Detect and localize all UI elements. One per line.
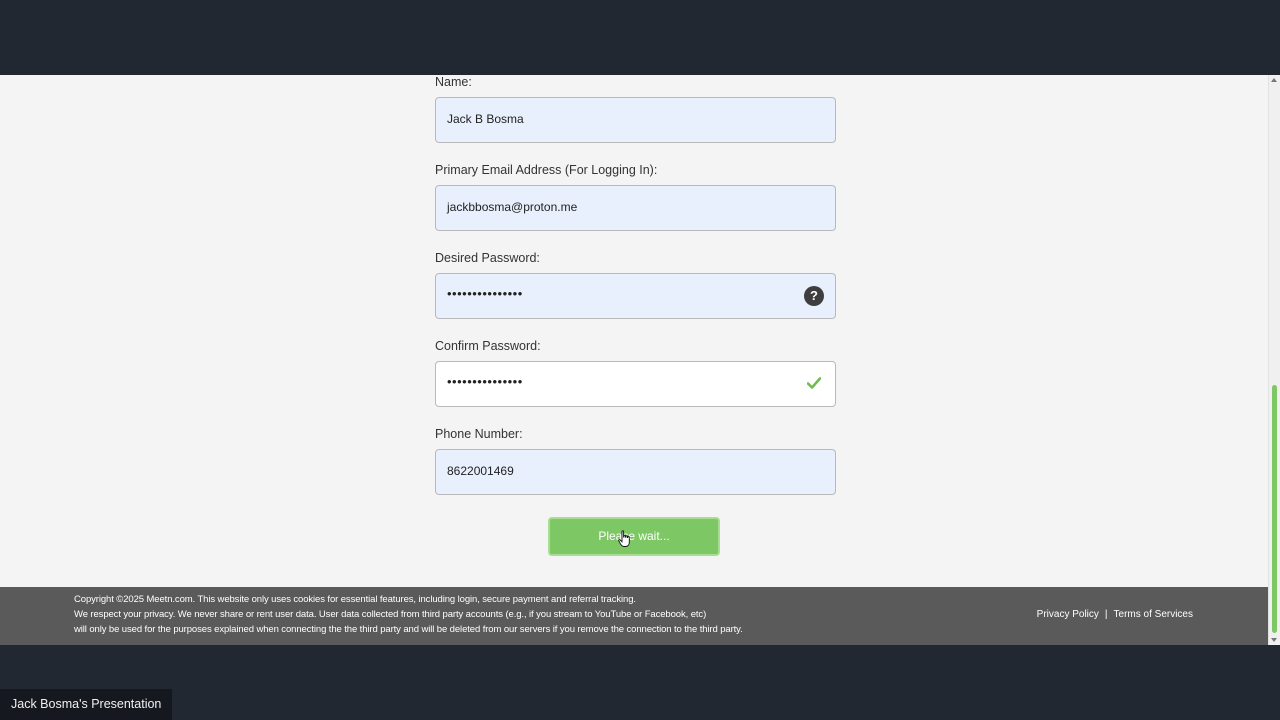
email-field[interactable]: jackbbosma@proton.me [435, 185, 836, 231]
email-label: Primary Email Address (For Logging In): [435, 163, 658, 177]
browser-viewport: Name: Jack B Bosma Primary Email Address… [0, 75, 1280, 645]
scrollbar-thumb[interactable] [1272, 385, 1277, 633]
question-circle-icon[interactable]: ? [804, 286, 824, 306]
vertical-scrollbar[interactable] [1268, 75, 1280, 645]
confirm-password-label: Confirm Password: [435, 339, 541, 353]
checkmark-icon [807, 377, 821, 389]
footer-privacy-note: We respect your privacy. We never share … [74, 609, 707, 620]
terms-of-service-link[interactable]: Terms of Services [1114, 609, 1193, 620]
name-label: Name: [435, 75, 472, 89]
footer-copyright: Copyright ©2025 Meetn.com. This website … [74, 594, 636, 605]
presentation-name-label: Jack Bosma's Presentation [0, 689, 173, 720]
footer-links: Privacy Policy | Terms of Services [1037, 609, 1193, 620]
phone-label: Phone Number: [435, 427, 523, 441]
scroll-down-arrow-icon[interactable] [1271, 638, 1277, 642]
phone-field[interactable]: 8622001469 [435, 449, 836, 495]
footer-third-party-note: will only be used for the purposes expla… [74, 624, 743, 635]
site-footer: Copyright ©2025 Meetn.com. This website … [0, 587, 1269, 645]
phone-value: 8622001469 [447, 464, 514, 478]
password-value: ••••••••••••••• [447, 286, 523, 301]
confirm-password-value: ••••••••••••••• [447, 374, 523, 389]
hand-pointer-icon [618, 530, 630, 547]
privacy-policy-link[interactable]: Privacy Policy [1037, 609, 1099, 620]
email-value: jackbbosma@proton.me [447, 200, 578, 214]
name-field[interactable]: Jack B Bosma [435, 97, 836, 143]
password-field[interactable]: ••••••••••••••• ? [435, 273, 836, 319]
scroll-up-arrow-icon[interactable] [1271, 78, 1277, 82]
submit-button[interactable]: Please wait... [548, 517, 720, 556]
footer-link-separator: | [1104, 609, 1108, 620]
password-label: Desired Password: [435, 251, 540, 265]
name-value: Jack B Bosma [447, 112, 524, 126]
confirm-password-field[interactable]: ••••••••••••••• [435, 361, 836, 407]
